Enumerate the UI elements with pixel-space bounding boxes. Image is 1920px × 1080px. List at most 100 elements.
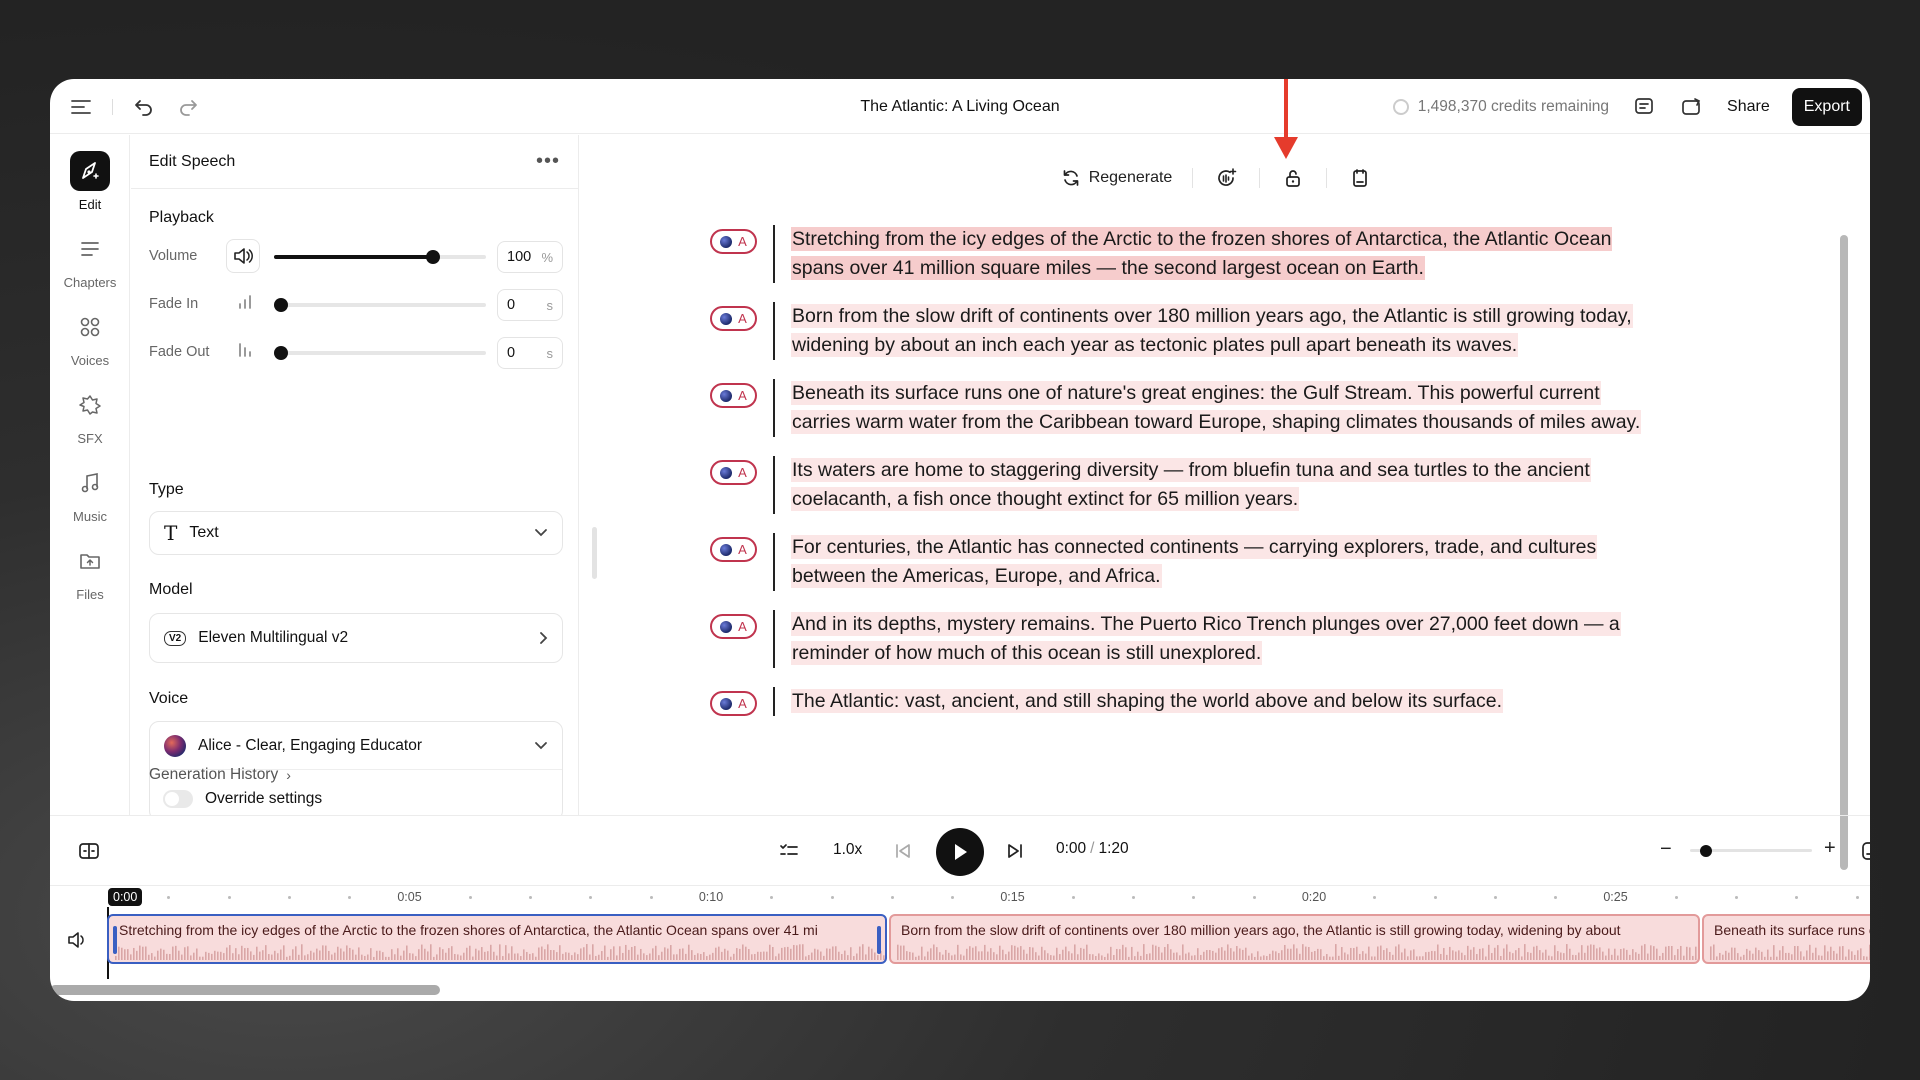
rail-item-files[interactable]: Files bbox=[50, 541, 130, 602]
paragraph-text[interactable]: Its waters are home to staggering divers… bbox=[791, 456, 1591, 514]
skip-back-icon[interactable] bbox=[890, 838, 916, 864]
paragraph-text[interactable]: And in its depths, mystery remains. The … bbox=[791, 610, 1621, 668]
split-view-icon[interactable] bbox=[76, 838, 102, 864]
speaker-icon[interactable] bbox=[226, 239, 260, 273]
script-paragraph[interactable]: A For centuries, the Atlantic has connect… bbox=[710, 533, 1730, 591]
paragraph-text[interactable]: Stretching from the icy edges of the Arc… bbox=[791, 225, 1613, 283]
clip-trim-handle[interactable] bbox=[877, 926, 881, 954]
override-label: Override settings bbox=[205, 790, 323, 807]
vertical-scrollbar[interactable] bbox=[1840, 235, 1848, 870]
type-heading: Type bbox=[149, 481, 184, 498]
rail-item-chapters[interactable]: Chapters bbox=[50, 229, 130, 290]
paragraph-bar bbox=[773, 379, 775, 437]
feedback-icon[interactable] bbox=[1631, 94, 1657, 120]
paragraph-text[interactable]: Beneath its surface runs one of nature's… bbox=[791, 379, 1642, 437]
paragraph-text[interactable]: The Atlantic: vast, ancient, and still s… bbox=[791, 687, 1503, 716]
rail-item-music[interactable]: Music bbox=[50, 463, 130, 524]
voice-avatar bbox=[720, 235, 733, 248]
export-button[interactable]: Export bbox=[1791, 87, 1862, 126]
speaker-letter: A bbox=[738, 696, 747, 711]
speed-button[interactable]: 1.0x bbox=[833, 841, 862, 859]
fade-in-slider[interactable] bbox=[274, 298, 486, 312]
ruler-tick bbox=[770, 896, 774, 899]
play-button[interactable] bbox=[936, 828, 984, 876]
fade-out-input[interactable]: 0 s bbox=[497, 337, 563, 369]
script-paragraph[interactable]: A Born from the slow drift of continents … bbox=[710, 302, 1730, 360]
voice-settings-icon[interactable] bbox=[1213, 165, 1239, 191]
voice-avatar bbox=[720, 312, 733, 325]
script-paragraph[interactable]: A Its waters are home to staggering diver… bbox=[710, 456, 1730, 514]
volume-slider-thumb[interactable] bbox=[426, 250, 440, 264]
zoom-out-icon[interactable]: − bbox=[1660, 838, 1672, 861]
speaker-badge[interactable]: A bbox=[710, 691, 757, 716]
override-toggle[interactable] bbox=[163, 790, 193, 808]
script-editor: Regenerate A Stretching from the icy edge… bbox=[580, 135, 1854, 870]
type-select[interactable]: T Text bbox=[149, 511, 563, 555]
clipboard-icon[interactable] bbox=[1347, 165, 1373, 191]
model-select[interactable]: V2 Eleven Multilingual v2 bbox=[149, 613, 563, 663]
speech-clip[interactable]: Beneath its surface runs one of nature's… bbox=[1702, 914, 1870, 964]
undo-icon[interactable] bbox=[131, 94, 157, 120]
volume-input[interactable]: 100 % bbox=[497, 241, 563, 273]
rail-item-edit[interactable]: Edit bbox=[50, 151, 130, 212]
script-paragraph[interactable]: A Beneath its surface runs one of nature'… bbox=[710, 379, 1730, 437]
ruler-tick bbox=[1071, 896, 1075, 899]
ruler-tick bbox=[287, 896, 291, 899]
speech-clip[interactable]: Stretching from the icy edges of the Arc… bbox=[107, 914, 887, 964]
speaker-badge[interactable]: A bbox=[710, 460, 757, 485]
credits-text: 1,498,370 credits remaining bbox=[1417, 97, 1610, 115]
rail-label: SFX bbox=[77, 431, 103, 446]
rail-item-voices[interactable]: Voices bbox=[50, 307, 130, 368]
timeline-ruler[interactable]: 0:00 0:05 0:10 0:15 0:20 0:25 bbox=[50, 885, 1870, 907]
speaker-letter: A bbox=[738, 234, 747, 249]
paragraph-line: Born from the slow drift of continents o… bbox=[791, 304, 1633, 328]
paragraph-bar bbox=[773, 456, 775, 514]
unlock-icon[interactable] bbox=[1280, 165, 1306, 191]
voice-select[interactable]: Alice - Clear, Engaging Educator bbox=[150, 722, 562, 770]
grid-circles-icon bbox=[70, 307, 110, 347]
paragraph-line: reminder of how much of this ocean is st… bbox=[791, 641, 1263, 665]
volume-slider[interactable] bbox=[274, 250, 486, 264]
speaker-badge[interactable]: A bbox=[710, 383, 757, 408]
paragraph-line: Stretching from the icy edges of the Arc… bbox=[791, 227, 1613, 251]
speaker-badge[interactable]: A bbox=[710, 229, 757, 254]
script-paragraph[interactable]: A Stretching from the icy edges of the Ar… bbox=[710, 225, 1730, 283]
speaker-badge[interactable]: A bbox=[710, 537, 757, 562]
fit-timeline-icon[interactable] bbox=[1858, 838, 1870, 864]
clip-trim-handle[interactable] bbox=[113, 926, 117, 954]
skip-forward-icon[interactable] bbox=[1002, 838, 1028, 864]
volume-label: Volume bbox=[149, 248, 198, 264]
share-button[interactable]: Share bbox=[1727, 98, 1770, 116]
rail-item-sfx[interactable]: SFX bbox=[50, 385, 130, 446]
horizontal-scrollbar[interactable] bbox=[50, 985, 440, 995]
fade-out-slider[interactable] bbox=[274, 346, 486, 360]
script-paragraph[interactable]: A The Atlantic: vast, ancient, and still … bbox=[710, 687, 1730, 716]
ruler-tick bbox=[1373, 896, 1377, 899]
zoom-in-icon[interactable]: + bbox=[1824, 837, 1836, 860]
more-options-icon[interactable]: ••• bbox=[536, 150, 560, 173]
fade-in-slider-thumb[interactable] bbox=[274, 298, 288, 312]
ruler-tick bbox=[1795, 896, 1799, 899]
generation-history-label: Generation History bbox=[149, 766, 279, 783]
regenerate-button[interactable]: Regenerate bbox=[1061, 168, 1172, 188]
zoom-slider-thumb[interactable] bbox=[1700, 844, 1713, 857]
speaker-badge[interactable]: A bbox=[710, 614, 757, 639]
fade-out-slider-thumb[interactable] bbox=[274, 346, 288, 360]
generation-history-link[interactable]: Generation History › bbox=[149, 766, 291, 784]
model-heading: Model bbox=[149, 581, 193, 598]
script-paragraph[interactable]: A And in its depths, mystery remains. The… bbox=[710, 610, 1730, 668]
credits-indicator[interactable]: 1,498,370 credits remaining bbox=[1392, 98, 1609, 116]
checklist-icon[interactable] bbox=[776, 838, 802, 864]
sync-icon[interactable] bbox=[1679, 94, 1705, 120]
track-volume-icon[interactable] bbox=[64, 927, 90, 953]
redo-icon[interactable] bbox=[175, 94, 201, 120]
zoom-slider[interactable] bbox=[1690, 844, 1812, 857]
time-total: 1:20 bbox=[1098, 840, 1129, 857]
fade-in-input[interactable]: 0 s bbox=[497, 289, 563, 321]
paragraph-text[interactable]: Born from the slow drift of continents o… bbox=[791, 302, 1633, 360]
menu-icon[interactable] bbox=[68, 94, 94, 120]
paragraph-text[interactable]: For centuries, the Atlantic has connecte… bbox=[791, 533, 1598, 591]
speech-clip[interactable]: Born from the slow drift of continents o… bbox=[889, 914, 1700, 964]
speaker-badge[interactable]: A bbox=[710, 306, 757, 331]
toolbar-divider bbox=[1326, 168, 1328, 188]
